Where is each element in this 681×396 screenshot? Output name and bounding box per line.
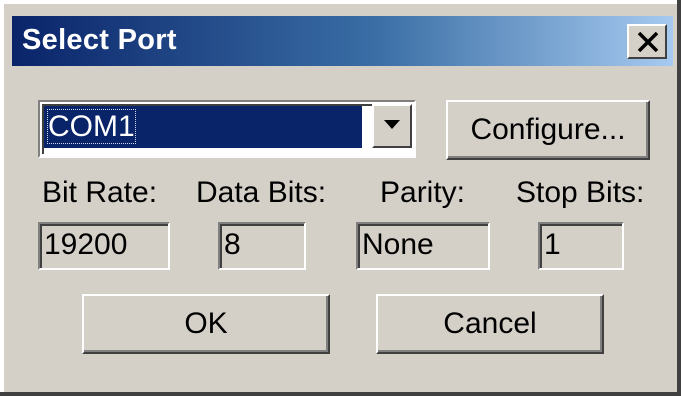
port-select-text: COM1 — [47, 109, 136, 144]
stop-bits-label: Stop Bits: — [516, 176, 645, 209]
data-bits-field: 8 — [218, 222, 306, 270]
configure-button-label: Configure... — [470, 113, 626, 146]
close-button[interactable] — [627, 24, 667, 59]
configure-button[interactable]: Configure... — [446, 100, 650, 160]
bit-rate-label: Bit Rate: — [42, 176, 158, 209]
port-dropdown-button[interactable] — [372, 104, 412, 148]
port-select[interactable]: COM1 — [38, 100, 416, 158]
parity-label: Parity: — [380, 176, 466, 209]
bit-rate-value: 19200 — [44, 228, 128, 261]
data-bits-value: 8 — [224, 228, 241, 261]
bit-rate-field: 19200 — [38, 222, 170, 270]
window-border-bottom — [0, 392, 681, 396]
title-bar[interactable]: Select Port — [12, 16, 673, 66]
cancel-button[interactable]: Cancel — [376, 294, 604, 354]
stop-bits-field: 1 — [538, 222, 624, 270]
stop-bits-value: 1 — [544, 228, 561, 261]
parity-field: None — [356, 222, 490, 270]
dialog-title: Select Port — [22, 24, 177, 56]
data-bits-label: Data Bits: — [196, 176, 327, 209]
ok-button[interactable]: OK — [82, 294, 330, 354]
close-icon — [637, 32, 659, 52]
port-select-value[interactable]: COM1 — [44, 106, 362, 148]
chevron-down-icon — [384, 120, 400, 129]
cancel-button-label: Cancel — [443, 307, 537, 340]
parity-value: None — [362, 228, 434, 261]
window-border-right — [677, 0, 681, 396]
ok-button-label: OK — [184, 307, 228, 340]
